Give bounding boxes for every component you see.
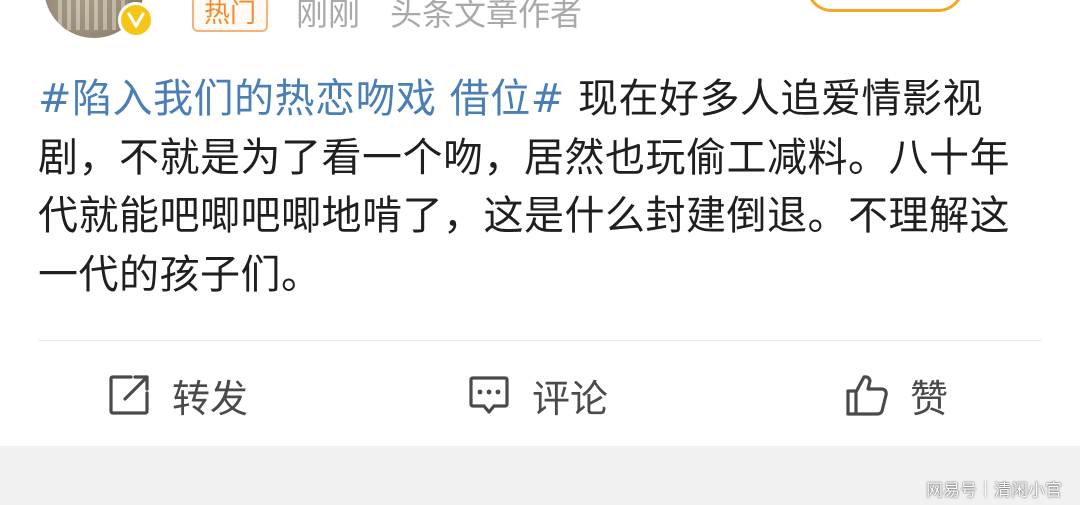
thumbs-up-icon (844, 372, 890, 418)
post-time: 刚刚 (296, 0, 361, 33)
comment-button[interactable]: 评论 (466, 362, 608, 428)
post-body: #陷入我们的热恋吻戏 借位# 现在好多人追爱情影视剧，不就是为了看一个吻，居然也… (38, 70, 1038, 304)
like-label: 赞 (910, 376, 949, 421)
weibo-post-card: 热门 刚刚 头条文章作者 #陷入我们的热恋吻戏 借位# 现在好多人追爱情影视剧，… (0, 0, 1080, 505)
share-edit-icon (106, 372, 152, 418)
hot-tag: 热门 (192, 0, 269, 32)
watermark-divider (985, 480, 986, 497)
action-bar: 转发 评论 赞 (0, 362, 1080, 428)
comment-label: 评论 (532, 376, 609, 421)
watermark: 网易号 清闲小官 (926, 476, 1062, 501)
bottom-separator-band (0, 446, 1080, 505)
watermark-brand: 网易号 (926, 481, 977, 501)
topic-link[interactable]: #陷入我们的热恋吻戏 借位# (38, 76, 565, 122)
comment-bubble-icon (466, 372, 512, 418)
watermark-author: 清闲小官 (994, 481, 1062, 501)
repost-label: 转发 (172, 376, 249, 421)
repost-button[interactable]: 转发 (106, 362, 248, 428)
follow-button[interactable] (806, 0, 964, 12)
verified-badge-icon (118, 2, 154, 38)
divider (38, 340, 1042, 341)
like-button[interactable]: 赞 (844, 362, 948, 428)
post-source: 头条文章作者 (390, 0, 583, 33)
